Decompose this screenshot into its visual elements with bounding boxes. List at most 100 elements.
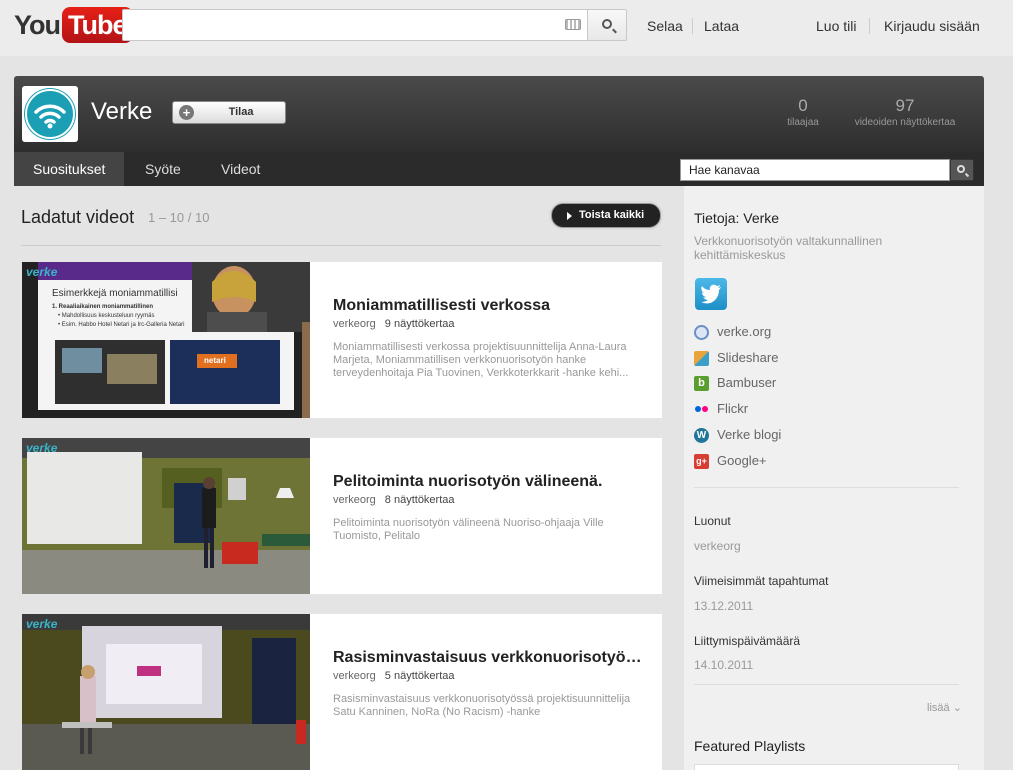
wifi-icon (34, 104, 66, 129)
joined-value: 14.10.2011 (694, 658, 754, 672)
video-thumbnail[interactable]: verke (22, 614, 310, 770)
divider (694, 487, 959, 488)
channel-banner: Verke + Tilaa 0 tilaajaa 97 videoiden nä… (14, 76, 984, 152)
video-item[interactable]: verke Rasisminvastaisuus verkkonuorisoty… (22, 614, 662, 770)
thumbnail-image (22, 614, 310, 770)
plus-icon: + (179, 105, 194, 120)
subscriber-stat: 0 tilaajaa (782, 96, 824, 128)
featured-playlists-title: Featured Playlists (694, 738, 806, 754)
video-meta: verkeorg 5 näyttökertaa (333, 670, 455, 682)
upload-link[interactable]: Lataa (704, 18, 739, 34)
play-icon (567, 212, 572, 220)
top-bar: You Tube Selaa Lataa Luo tili Kirjaudu s… (0, 0, 1013, 56)
browse-link[interactable]: Selaa (647, 18, 683, 34)
divider (692, 18, 693, 34)
search-icon (957, 165, 965, 173)
featured-playlists-box (694, 764, 959, 770)
video-user[interactable]: verkeorg (333, 670, 376, 682)
link-label: Bambuser (717, 375, 777, 390)
youtube-logo[interactable]: You Tube (14, 6, 133, 44)
divider (869, 18, 870, 34)
video-description: Pelitoiminta nuorisotyön välineenä Nuori… (333, 517, 604, 542)
uploads-count: 1 – 10 / 10 (148, 210, 210, 225)
video-title[interactable]: Pelitoiminta nuorisotyön välineenä. (333, 473, 643, 491)
keyboard-icon[interactable] (565, 19, 581, 30)
created-value[interactable]: verkeorg (694, 539, 741, 553)
wordpress-icon: W (694, 428, 709, 443)
slide-item: 1. Reaaliaikainen moniammatillinen (52, 304, 154, 310)
channel-search-input[interactable] (680, 159, 950, 181)
create-account-link[interactable]: Luo tili (816, 18, 856, 34)
channel-header: Verke + Tilaa 0 tilaajaa 97 videoiden nä… (14, 76, 984, 186)
video-user[interactable]: verkeorg (333, 318, 376, 330)
channel-nav: Suositukset Syöte Videot (14, 152, 984, 186)
verke-overlay-logo: verke (26, 441, 58, 455)
video-item[interactable]: verke Pelitoiminta nuorisotyön välineenä… (22, 438, 662, 594)
latest-activity-value: 13.12.2011 (694, 599, 754, 613)
thumbnail-image (22, 438, 310, 594)
search-button[interactable] (587, 9, 627, 41)
bambuser-icon: b (694, 376, 709, 391)
wifi-logo-icon (25, 89, 75, 139)
chevron-down-icon: ⌄ (952, 702, 962, 714)
netari-logo: netari (204, 356, 226, 365)
video-thumbnail[interactable]: verke (22, 438, 310, 594)
search-form (122, 9, 627, 41)
play-all-label: Toista kaikki (579, 209, 645, 221)
logo-you-text: You (14, 9, 61, 40)
latest-activity-label: Viimeisimmät tapahtumat (694, 574, 829, 588)
video-views: 5 näyttökertaa (384, 670, 455, 682)
play-all-button[interactable]: Toista kaikki (551, 203, 661, 228)
slide-heading: Esimerkkejä moniammatillisi (52, 288, 178, 299)
video-title[interactable]: Rasisminvastaisuus verkkonuorisotyössä (333, 649, 643, 667)
tab-feed[interactable]: Syöte (126, 152, 200, 186)
link-label: Google+ (717, 453, 767, 468)
verke-overlay-logo: verke (26, 265, 58, 279)
video-meta: verkeorg 9 näyttökertaa (333, 318, 455, 330)
channel-title: Verke (91, 98, 153, 125)
slide-item: • Mahdollisuus keskusteluun ryymäs (58, 313, 155, 319)
subscribe-button[interactable]: + Tilaa (172, 101, 286, 124)
video-user[interactable]: verkeorg (333, 494, 376, 506)
uploads-title: Ladatut videot (21, 207, 135, 227)
views-stat: 97 videoiden näyttökertaa (850, 96, 960, 128)
created-label: Luonut (694, 514, 731, 528)
divider (694, 684, 959, 685)
subscriber-count: 0 (798, 96, 808, 115)
video-description: Moniammatillisesti verkossa projektisuun… (333, 341, 629, 379)
twitter-icon[interactable] (695, 278, 727, 310)
video-meta: verkeorg 8 näyttökertaa (333, 494, 455, 506)
search-input[interactable] (122, 9, 588, 41)
sign-in-link[interactable]: Kirjaudu sisään (884, 18, 980, 34)
views-count: 97 (895, 96, 915, 115)
about-sidebar: Tietoja: Verke Verkkonuorisotyön valtaku… (684, 186, 984, 770)
channel-avatar[interactable] (22, 86, 78, 142)
channel-search-button[interactable] (950, 159, 974, 181)
slide-item: • Esim. Habbo Hotel Netari ja Irc-Galler… (58, 322, 185, 328)
views-label: videoiden näyttökertaa (854, 117, 956, 128)
uploads-section: Ladatut videot 1 – 10 / 10 Toista kaikki (14, 186, 684, 770)
video-item[interactable]: verke Esimerkkejä moniammatillisi 1. Rea… (22, 262, 662, 418)
about-title: Tietoja: Verke (694, 210, 780, 226)
video-description: Rasisminvastaisuus verkkonuorisotyössä p… (333, 693, 631, 718)
video-views: 8 näyttökertaa (384, 494, 455, 506)
search-icon (602, 19, 612, 29)
thumbnail-image (22, 262, 310, 418)
flickr-icon (694, 402, 709, 417)
subscriber-label: tilaajaa (787, 117, 819, 128)
subscribe-label: Tilaa (228, 106, 254, 118)
more-label: lisää (927, 702, 950, 714)
verke-overlay-logo: verke (26, 617, 58, 631)
tab-videos[interactable]: Videot (202, 152, 279, 186)
more-link[interactable]: lisää ⌄ (927, 701, 962, 714)
slideshare-icon (694, 351, 709, 366)
link-label: verke.org (717, 324, 772, 339)
video-title[interactable]: Moniammatillisesti verkossa (333, 297, 643, 315)
tab-featured[interactable]: Suositukset (14, 152, 125, 186)
googleplus-icon: g+ (694, 454, 709, 469)
video-views: 9 näyttökertaa (384, 318, 455, 330)
link-label: Verke blogi (717, 427, 782, 442)
divider (21, 245, 661, 246)
about-description: Verkkonuorisotyön valtakunnallinen kehit… (694, 234, 883, 262)
video-thumbnail[interactable]: verke Esimerkkejä moniammatillisi 1. Rea… (22, 262, 310, 418)
